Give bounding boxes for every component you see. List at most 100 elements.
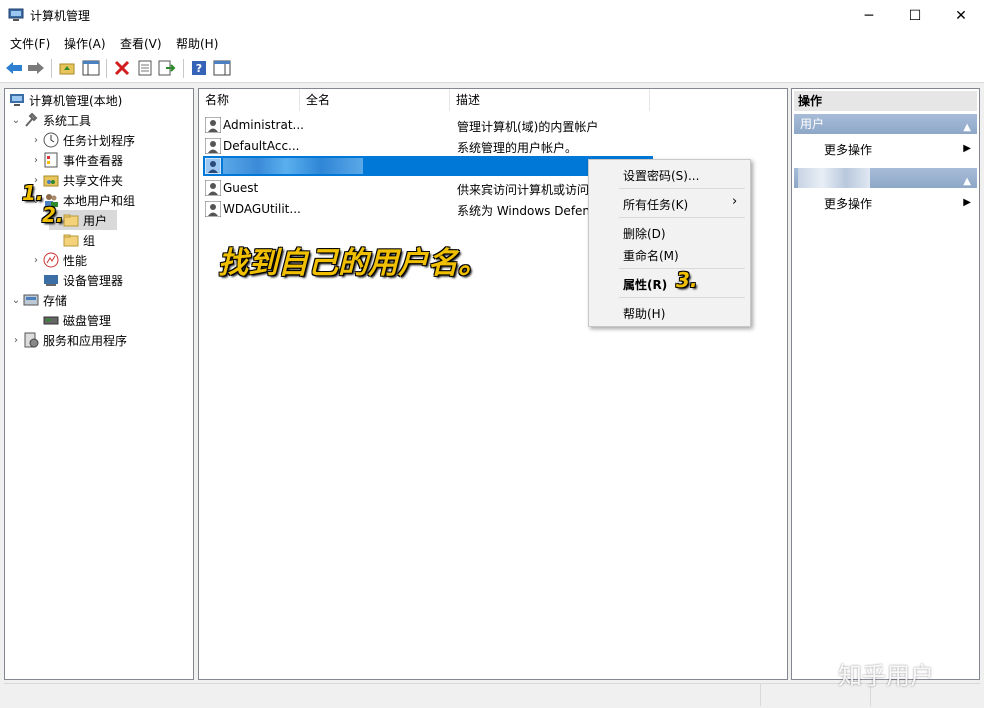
storage-icon — [23, 294, 39, 306]
event-viewer-icon — [44, 152, 58, 168]
menu-separator — [619, 217, 745, 218]
collapse-icon[interactable]: ▲ — [963, 172, 971, 192]
menu-bar: 文件(F) 操作(A) 查看(V) 帮助(H) — [0, 31, 984, 55]
tree-label: 服务和应用程序 — [43, 333, 128, 348]
back-button[interactable] — [5, 59, 23, 77]
chevron-right-icon[interactable]: › — [9, 335, 23, 346]
tree-label: 计算机管理(本地) — [29, 93, 123, 108]
status-divider — [760, 684, 761, 706]
tree-item-performance[interactable]: › 性能 — [29, 250, 87, 270]
action-pane-icon — [213, 60, 231, 76]
tree-item-event-viewer[interactable]: › 事件查看器 — [29, 150, 123, 170]
toolbar-separator — [51, 59, 52, 78]
menu-item-help[interactable]: 帮助(H) — [623, 305, 665, 322]
show-action-pane-button[interactable] — [213, 59, 231, 77]
console-tree-icon — [82, 60, 100, 76]
chevron-right-icon[interactable]: › — [29, 135, 43, 146]
tree-label: 存储 — [43, 293, 68, 308]
up-folder-button[interactable] — [58, 59, 76, 77]
tree-label: 性能 — [63, 253, 88, 268]
tree-item-task-scheduler[interactable]: › 任务计划程序 — [29, 130, 135, 150]
table-row[interactable]: Guest 供来宾访问计算机或访问 — [203, 178, 649, 198]
menu-item-all-tasks[interactable]: 所有任务(K) — [623, 196, 688, 213]
tree-item-root[interactable]: 计算机管理(本地) — [9, 90, 122, 110]
tree-item-groups[interactable]: 组 — [49, 230, 95, 250]
services-icon — [24, 332, 39, 348]
properties-button[interactable] — [136, 59, 154, 77]
svg-text:?: ? — [196, 62, 202, 75]
user-name: DefaultAcc... — [223, 139, 300, 153]
section-label: 用户 — [800, 117, 825, 131]
redacted-username — [223, 158, 363, 174]
column-header-description[interactable]: 描述 — [450, 89, 650, 111]
menu-separator — [619, 297, 745, 298]
minimize-button[interactable]: ─ — [846, 0, 892, 31]
tree-item-system-tools[interactable]: ⌄ 系统工具 — [9, 110, 91, 130]
export-list-icon — [158, 60, 176, 76]
menu-item-rename[interactable]: 重命名(M) — [623, 247, 679, 264]
chevron-right-icon[interactable]: › — [29, 155, 43, 166]
tree-item-storage[interactable]: ⌄ 存储 — [9, 290, 67, 310]
properties-icon — [138, 60, 152, 76]
show-hide-tree-button[interactable] — [82, 59, 100, 77]
actions-section-users[interactable]: 用户 ▲ — [794, 114, 977, 134]
chevron-down-icon[interactable]: ⌄ — [9, 295, 23, 306]
menu-help[interactable]: 帮助(H) — [176, 35, 218, 52]
column-header-name[interactable]: 名称 — [199, 89, 300, 111]
actions-section-selected-user[interactable]: ▲ — [794, 168, 977, 188]
table-row-selected[interactable] — [203, 156, 653, 176]
computer-management-icon — [8, 8, 24, 21]
menu-action[interactable]: 操作(A) — [64, 35, 106, 52]
chevron-right-icon: ▶ — [963, 143, 971, 154]
console-tree: 计算机管理(本地) ⌄ 系统工具 › 任务计划程序 › 事件查看器 › 共享文件… — [4, 88, 194, 680]
actions-pane: 操作 用户 ▲ 更多操作 ▶ ▲ 更多操作 ▶ — [791, 88, 980, 680]
menu-item-properties[interactable]: 属性(R) — [623, 276, 667, 293]
watermark: 知乎用户 — [838, 662, 934, 690]
tree-item-device-manager[interactable]: 设备管理器 — [29, 270, 123, 290]
shared-folder-icon — [43, 175, 59, 187]
tree-item-disk-management[interactable]: 磁盘管理 — [29, 310, 111, 330]
close-button[interactable]: ✕ — [938, 0, 984, 31]
title-bar: 计算机管理 ─ ☐ ✕ — [0, 0, 984, 31]
collapse-icon[interactable]: ▲ — [963, 118, 971, 138]
maximize-button[interactable]: ☐ — [892, 0, 938, 31]
more-actions-1[interactable]: 更多操作 ▶ — [794, 139, 977, 159]
user-icon — [205, 201, 221, 217]
user-name: Administrat... — [223, 118, 304, 132]
column-header-fullname[interactable]: 全名 — [300, 89, 450, 111]
annotation-caption: 找到自己的用户名。 — [218, 246, 488, 281]
device-manager-icon — [44, 275, 58, 286]
table-row[interactable]: DefaultAcc... 系统管理的用户帐户。 — [203, 136, 649, 156]
tree-item-services-apps[interactable]: › 服务和应用程序 — [9, 330, 127, 350]
chevron-right-icon[interactable]: › — [29, 255, 43, 266]
help-button[interactable]: ? — [190, 59, 208, 77]
annotation-step-1: 1. — [22, 181, 44, 205]
tree-label: 本地用户和组 — [63, 193, 136, 208]
toolbar: ? — [0, 54, 984, 83]
user-name: WDAGUtilit... — [223, 202, 301, 216]
disk-icon — [43, 316, 59, 325]
menu-item-delete[interactable]: 删除(D) — [623, 225, 666, 242]
user-icon — [205, 117, 221, 133]
tree-label: 磁盘管理 — [63, 313, 112, 328]
user-icon — [205, 158, 221, 174]
back-arrow-icon — [6, 62, 22, 74]
more-actions-2[interactable]: 更多操作 ▶ — [794, 193, 977, 213]
user-icon — [205, 180, 221, 196]
tree-label: 系统工具 — [43, 113, 92, 128]
forward-button[interactable] — [27, 59, 45, 77]
folder-up-icon — [59, 63, 75, 75]
delete-button[interactable] — [113, 59, 131, 77]
redacted-username — [798, 168, 870, 188]
forward-arrow-icon — [28, 62, 44, 74]
export-list-button[interactable] — [158, 59, 176, 77]
menu-file[interactable]: 文件(F) — [10, 35, 50, 52]
menu-view[interactable]: 查看(V) — [120, 35, 162, 52]
tree-label: 共享文件夹 — [63, 173, 124, 188]
menu-item-set-password[interactable]: 设置密码(S)... — [623, 167, 699, 184]
table-row[interactable]: Administrat... 管理计算机(域)的内置帐户 — [203, 115, 649, 135]
chevron-right-icon: ▶ — [963, 197, 971, 208]
chevron-down-icon[interactable]: ⌄ — [9, 115, 23, 126]
more-actions-label: 更多操作 — [824, 197, 873, 211]
table-row[interactable]: WDAGUtilit... 系统为 Windows Defen — [203, 199, 649, 219]
